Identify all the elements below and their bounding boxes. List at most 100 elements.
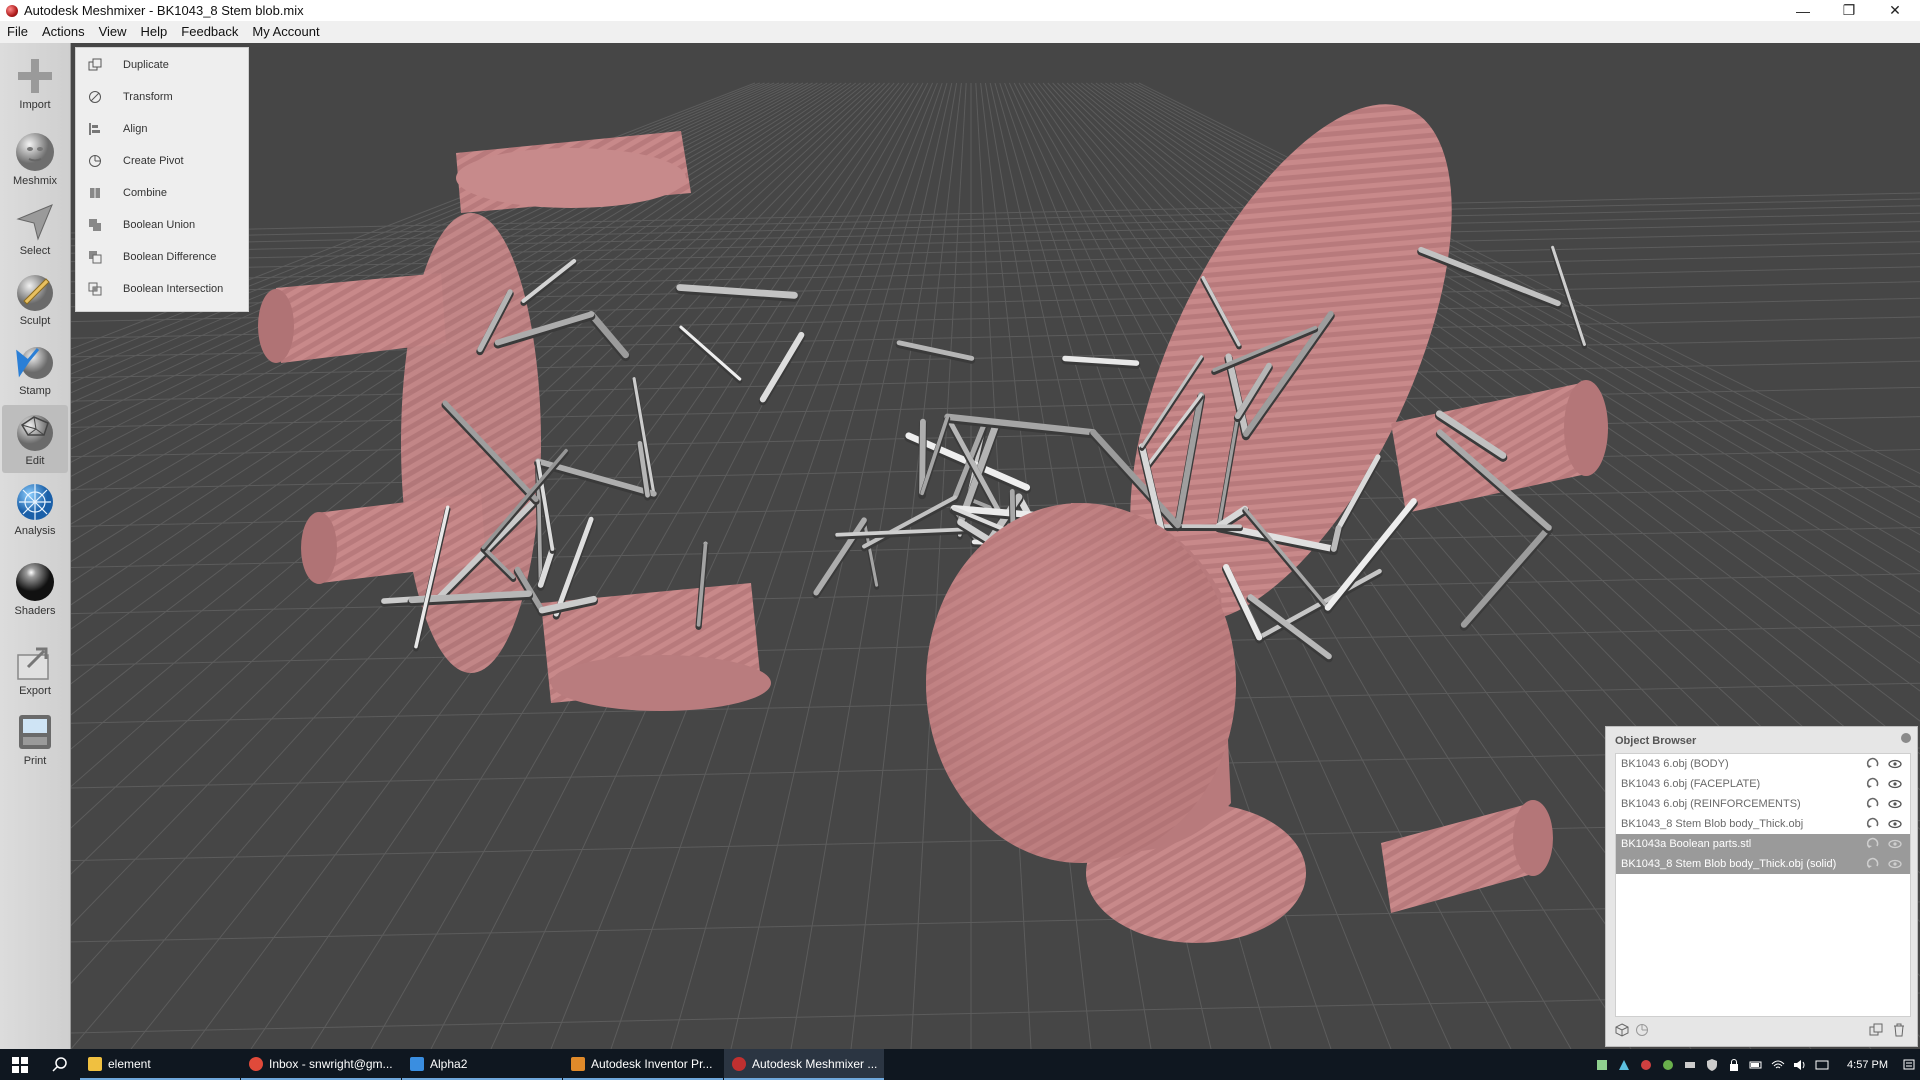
- network-tray-icon[interactable]: [1683, 1058, 1697, 1072]
- menu-item-align[interactable]: Align: [76, 113, 248, 145]
- title-bar: Autodesk Meshmixer - BK1043_8 Stem blob.…: [0, 0, 1920, 21]
- menu-item-label: Boolean Difference: [123, 251, 217, 263]
- menu-item-duplicate[interactable]: Duplicate: [76, 49, 248, 81]
- taskbar-app-chrome[interactable]: Inbox - snwright@gm...: [241, 1049, 401, 1080]
- 3d-viewport[interactable]: Object Browser BK1043 6.obj (BODY) BK104…: [71, 43, 1920, 1049]
- refresh-icon[interactable]: [1866, 817, 1880, 831]
- plus-icon: [18, 59, 52, 93]
- eye-icon[interactable]: [1888, 757, 1902, 771]
- object-row[interactable]: BK1043 6.obj (BODY): [1616, 754, 1910, 774]
- tool-stamp[interactable]: Stamp: [2, 335, 68, 403]
- boolean-union-icon: [89, 219, 101, 231]
- minimize-button[interactable]: —: [1780, 0, 1826, 21]
- refresh-icon[interactable]: [1866, 797, 1880, 811]
- refresh-icon[interactable]: [1866, 857, 1880, 871]
- start-button[interactable]: [0, 1049, 40, 1080]
- tool-sculpt[interactable]: Sculpt: [2, 265, 68, 333]
- stamp-icon: [16, 347, 53, 379]
- object-row-selected[interactable]: BK1043a Boolean parts.stl: [1616, 834, 1910, 854]
- eye-icon[interactable]: [1888, 857, 1902, 871]
- restore-button[interactable]: ❐: [1826, 0, 1872, 21]
- menu-item-create-pivot[interactable]: Create Pivot: [76, 145, 248, 177]
- eye-icon[interactable]: [1888, 837, 1902, 851]
- menu-item-boolean-difference[interactable]: Boolean Difference: [76, 241, 248, 273]
- keyboard-icon[interactable]: [1815, 1058, 1829, 1072]
- refresh-icon[interactable]: [1866, 757, 1880, 771]
- lock-icon[interactable]: [1727, 1058, 1741, 1072]
- system-tray: 4:57 PM: [1591, 1049, 1920, 1080]
- object-name: BK1043 6.obj (REINFORCEMENTS): [1621, 798, 1801, 810]
- face-sphere-icon: [16, 133, 54, 171]
- object-name: BK1043 6.obj (FACEPLATE): [1621, 778, 1761, 790]
- combine-icon: [90, 188, 100, 198]
- menu-feedback[interactable]: Feedback: [174, 21, 245, 43]
- cube-icon[interactable]: [1615, 1023, 1629, 1037]
- alpha2-icon: [410, 1056, 424, 1071]
- notification-icon[interactable]: [1902, 1058, 1916, 1072]
- alert-tray-icon[interactable]: [1639, 1058, 1653, 1072]
- tool-palette: Import Meshmix Select Sculpt Stamp Edit …: [0, 43, 71, 1049]
- wifi-icon[interactable]: [1771, 1058, 1785, 1072]
- app-tray-icon[interactable]: [1595, 1058, 1609, 1072]
- tool-shaders[interactable]: Shaders: [2, 555, 68, 623]
- object-name: BK1043_8 Stem Blob body_Thick.obj: [1621, 818, 1804, 830]
- tool-print[interactable]: Print: [2, 705, 68, 773]
- app-tray-icon-2[interactable]: [1661, 1058, 1675, 1072]
- eye-icon[interactable]: [1888, 777, 1902, 791]
- taskbar-app-meshmixer[interactable]: Autodesk Meshmixer ...: [724, 1049, 884, 1080]
- taskbar-app-alpha2[interactable]: Alpha2: [402, 1049, 562, 1080]
- arrow-select-icon: [16, 204, 53, 241]
- eye-icon[interactable]: [1888, 797, 1902, 811]
- taskbar-app-label: element: [108, 1056, 151, 1071]
- object-row[interactable]: BK1043_8 Stem Blob body_Thick.obj: [1616, 814, 1910, 834]
- menu-item-label: Duplicate: [123, 59, 169, 71]
- menu-help[interactable]: Help: [134, 21, 175, 43]
- taskbar-app-label: Inbox - snwright@gm...: [269, 1056, 393, 1071]
- close-button[interactable]: ✕: [1872, 0, 1918, 21]
- object-row[interactable]: BK1043 6.obj (FACEPLATE): [1616, 774, 1910, 794]
- menu-item-transform[interactable]: Transform: [76, 81, 248, 113]
- taskbar-app-inventor[interactable]: Autodesk Inventor Pr...: [563, 1049, 723, 1080]
- object-row[interactable]: BK1043 6.obj (REINFORCEMENTS): [1616, 794, 1910, 814]
- object-row-selected[interactable]: BK1043_8 Stem Blob body_Thick.obj (solid…: [1616, 854, 1910, 874]
- refresh-icon[interactable]: [1866, 777, 1880, 791]
- menu-item-label: Transform: [123, 91, 173, 103]
- menu-item-boolean-union[interactable]: Boolean Union: [76, 209, 248, 241]
- tool-meshmix[interactable]: Meshmix: [2, 125, 68, 193]
- battery-icon[interactable]: [1749, 1058, 1763, 1072]
- menu-my-account[interactable]: My Account: [245, 21, 326, 43]
- trash-icon[interactable]: [1892, 1023, 1906, 1037]
- security-tray-icon[interactable]: [1705, 1058, 1719, 1072]
- tool-edit[interactable]: Edit: [2, 405, 68, 473]
- align-icon: [89, 123, 100, 135]
- tool-import[interactable]: Import: [2, 49, 68, 117]
- menu-actions[interactable]: Actions: [35, 21, 92, 43]
- duplicate-object-icon[interactable]: [1869, 1023, 1883, 1037]
- search-button[interactable]: [40, 1049, 80, 1080]
- eye-icon[interactable]: [1888, 817, 1902, 831]
- folder-icon: [88, 1056, 102, 1071]
- tool-select-label: Select: [19, 245, 51, 257]
- chrome-icon: [249, 1056, 263, 1071]
- tool-select[interactable]: Select: [2, 195, 68, 263]
- menu-item-combine[interactable]: Combine: [76, 177, 248, 209]
- menu-view[interactable]: View: [92, 21, 134, 43]
- tool-analysis[interactable]: Analysis: [2, 475, 68, 543]
- menu-item-boolean-intersection[interactable]: Boolean Intersection: [76, 273, 248, 305]
- object-name: BK1043 6.obj (BODY): [1621, 758, 1729, 770]
- volume-icon[interactable]: [1793, 1058, 1807, 1072]
- close-icon[interactable]: [1901, 733, 1911, 743]
- tool-export[interactable]: Export: [2, 635, 68, 703]
- tool-export-label: Export: [19, 685, 51, 697]
- tool-meshmix-label: Meshmix: [12, 175, 57, 187]
- windows-taskbar: element Inbox - snwright@gm... Alpha2 Au…: [0, 1049, 1920, 1080]
- taskbar-app-element[interactable]: element: [80, 1049, 240, 1080]
- autodesk-tray-icon[interactable]: [1617, 1058, 1631, 1072]
- meshmixer-icon: [732, 1056, 746, 1071]
- clock[interactable]: 4:57 PM: [1847, 1059, 1888, 1071]
- pivot-small-icon[interactable]: [1635, 1023, 1649, 1037]
- object-browser-title: Object Browser: [1615, 735, 1697, 747]
- menu-file[interactable]: File: [0, 21, 35, 43]
- windows-logo-icon: [12, 1056, 28, 1073]
- refresh-icon[interactable]: [1866, 837, 1880, 851]
